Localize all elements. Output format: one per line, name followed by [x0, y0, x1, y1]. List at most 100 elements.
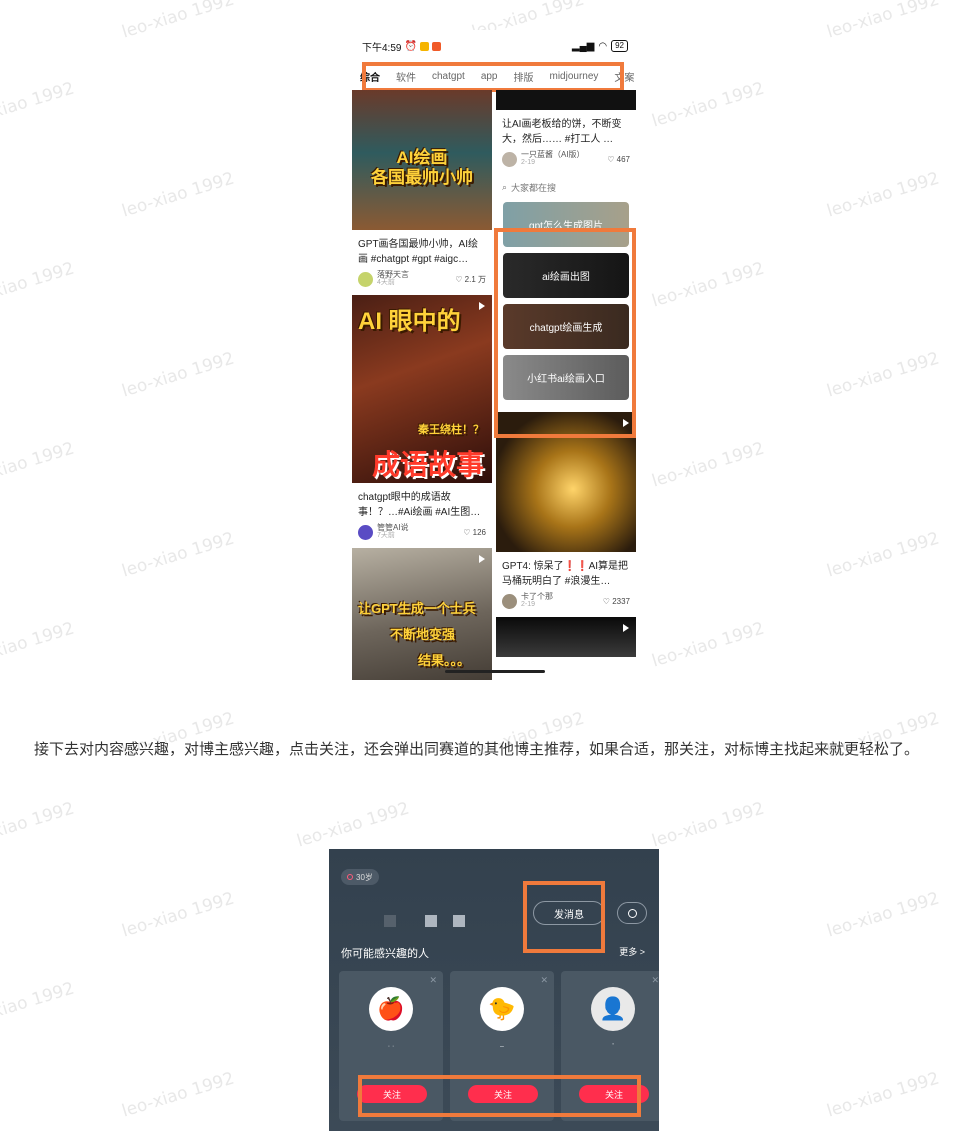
note-card[interactable]: GPT4: 惊呆了❗❗AI算是把马桶玩明白了 #浪漫生… 卡了个那 2-19 ♡ …: [496, 412, 636, 617]
like-count-value: 467: [616, 154, 630, 164]
user-name-placeholder: · ·: [387, 1043, 395, 1050]
watermark: leo-xiao 1992: [649, 798, 767, 852]
note-title: GPT画各国最帅小帅，AI绘画 #chatgpt #gpt #aigc…: [358, 239, 479, 265]
watermark: leo-xiao 1992: [119, 348, 237, 402]
watermark: leo-xiao 1992: [119, 888, 237, 942]
trending-searches-label: 大家都在搜: [511, 183, 557, 193]
user-icon: [627, 908, 637, 918]
user-name-placeholder: –: [500, 1043, 504, 1050]
cover-title: 各国最帅小帅: [371, 168, 473, 187]
like-count[interactable]: ♡ 2337: [603, 597, 630, 606]
watermark: leo-xiao 1992: [119, 168, 237, 222]
note-card[interactable]: 让AI画老板给的饼，不断变大，然后…… #打工人 … 一只蓝酱（AI版） 2-19…: [496, 90, 636, 175]
author-name: 管管AI说: [377, 523, 409, 532]
cover-title: 成语故事: [372, 449, 485, 480]
note-title: chatgpt眼中的成语故事！？…#Ai绘画 #AI生图…: [358, 492, 481, 518]
chick-avatar-icon: 🐤: [480, 987, 524, 1031]
watermark: leo-xiao 1992: [824, 888, 942, 942]
cover-title: 让GPT生成一个士兵: [358, 601, 476, 616]
heart-icon: ♡: [455, 274, 465, 284]
watermark: leo-xiao 1992: [0, 438, 77, 492]
author-name: 落野天言: [377, 270, 409, 279]
message-highlight-box: [523, 881, 605, 953]
stat-placeholder: [453, 915, 465, 927]
suggestions-highlight-box: [494, 228, 636, 438]
follow-highlight-box: [358, 1075, 641, 1117]
like-count-value: 2337: [612, 596, 630, 606]
watermark: leo-xiao 1992: [824, 0, 942, 43]
watermark: leo-xiao 1992: [119, 1068, 237, 1122]
app-notification-icon: [419, 41, 429, 51]
close-icon[interactable]: ✕: [429, 975, 437, 986]
post-time: 7天前: [377, 532, 395, 539]
alarm-icon: ⏰: [404, 40, 417, 52]
tabs-highlight-box: [362, 62, 624, 92]
more-link[interactable]: 更多 >: [619, 945, 645, 958]
note-meta: 一只蓝酱（AI版） 2-19 ♡ 467: [496, 147, 636, 175]
user-settings-button[interactable]: [617, 902, 647, 924]
note-title: GPT4: 惊呆了❗❗AI算是把马桶玩明白了 #浪漫生…: [502, 561, 629, 587]
avatar[interactable]: [358, 271, 373, 287]
stat-placeholder: [384, 915, 396, 927]
video-play-icon: [479, 555, 485, 563]
watermark: leo-xiao 1992: [649, 258, 767, 312]
note-cover-image: 让GPT生成一个士兵 不断地变强 结果。。。: [352, 548, 492, 680]
watermark: leo-xiao 1992: [119, 528, 237, 582]
close-icon[interactable]: ✕: [540, 975, 548, 986]
video-play-icon: [479, 302, 485, 310]
post-time: 2-19: [521, 159, 536, 166]
close-icon[interactable]: ✕: [651, 975, 659, 986]
like-count-value: 2.1 万: [464, 274, 486, 284]
avatar[interactable]: [358, 524, 373, 540]
avatar[interactable]: [502, 151, 517, 167]
watermark: leo-xiao 1992: [824, 528, 942, 582]
watermark: leo-xiao 1992: [119, 0, 237, 43]
like-count[interactable]: ♡ 126: [463, 528, 486, 537]
heart-icon: ♡: [602, 596, 613, 606]
cover-title: 结果。。。: [418, 653, 471, 668]
watermark: leo-xiao 1992: [824, 1068, 942, 1122]
watermark: leo-xiao 1992: [0, 618, 77, 672]
avatar[interactable]: [502, 593, 517, 609]
author-name: 一只蓝酱（AI版）: [521, 150, 585, 159]
heart-icon: ♡: [463, 527, 473, 537]
cover-title: AI 眼中的: [358, 308, 461, 335]
status-time: 下午4:59: [362, 42, 402, 54]
search-icon: ⌕: [502, 182, 508, 192]
watermark: leo-xiao 1992: [649, 618, 767, 672]
user-name-placeholder: ': [612, 1043, 614, 1050]
cover-subtitle: 秦王绕柱！？: [418, 424, 484, 436]
note-meta: 管管AI说 7天前 ♡ 126: [352, 520, 492, 548]
home-indicator: [445, 670, 545, 673]
note-cover-image: AI绘画 各国最帅小帅: [352, 90, 492, 230]
author-name: 卡了个那: [521, 592, 553, 601]
post-time: 2-19: [521, 601, 536, 608]
app-notification-icon: [431, 41, 441, 51]
note-card[interactable]: AI绘画 各国最帅小帅 GPT画各国最帅小帅，AI绘画 #chatgpt #gp…: [352, 90, 492, 295]
trending-searches-header: ⌕ 大家都在搜: [496, 175, 636, 200]
note-cover-image: [496, 90, 636, 110]
person-avatar-icon: 👤: [591, 987, 635, 1031]
watermark: leo-xiao 1992: [824, 168, 942, 222]
like-count[interactable]: ♡ 467: [607, 155, 630, 164]
like-count[interactable]: ♡ 2.1 万: [455, 274, 486, 285]
video-play-icon: [623, 624, 629, 632]
cover-title: AI绘画: [396, 148, 448, 167]
watermark: leo-xiao 1992: [294, 798, 412, 852]
heart-icon: ♡: [607, 154, 617, 164]
note-card[interactable]: [496, 617, 636, 657]
note-card[interactable]: 让GPT生成一个士兵 不断地变强 结果。。。: [352, 548, 492, 680]
post-time: 4天前: [377, 279, 395, 286]
stat-placeholder: [425, 915, 437, 927]
watermark: leo-xiao 1992: [0, 798, 77, 852]
note-meta: 卡了个那 2-19 ♡ 2337: [496, 589, 636, 617]
note-card[interactable]: AI 眼中的 秦王绕柱！？ 成语故事 chatgpt眼中的成语故事！？…#Ai绘…: [352, 295, 492, 548]
apple-avatar-icon: 🍎: [369, 987, 413, 1031]
signal-icon: ▂▄▆: [571, 40, 595, 52]
note-title: 让AI画老板给的饼，不断变大，然后…… #打工人 …: [502, 119, 622, 145]
watermark: leo-xiao 1992: [0, 978, 77, 1032]
battery-icon: 92: [611, 40, 628, 52]
like-count-value: 126: [472, 527, 486, 537]
age-text: 30岁: [356, 872, 373, 882]
watermark: leo-xiao 1992: [0, 78, 77, 132]
